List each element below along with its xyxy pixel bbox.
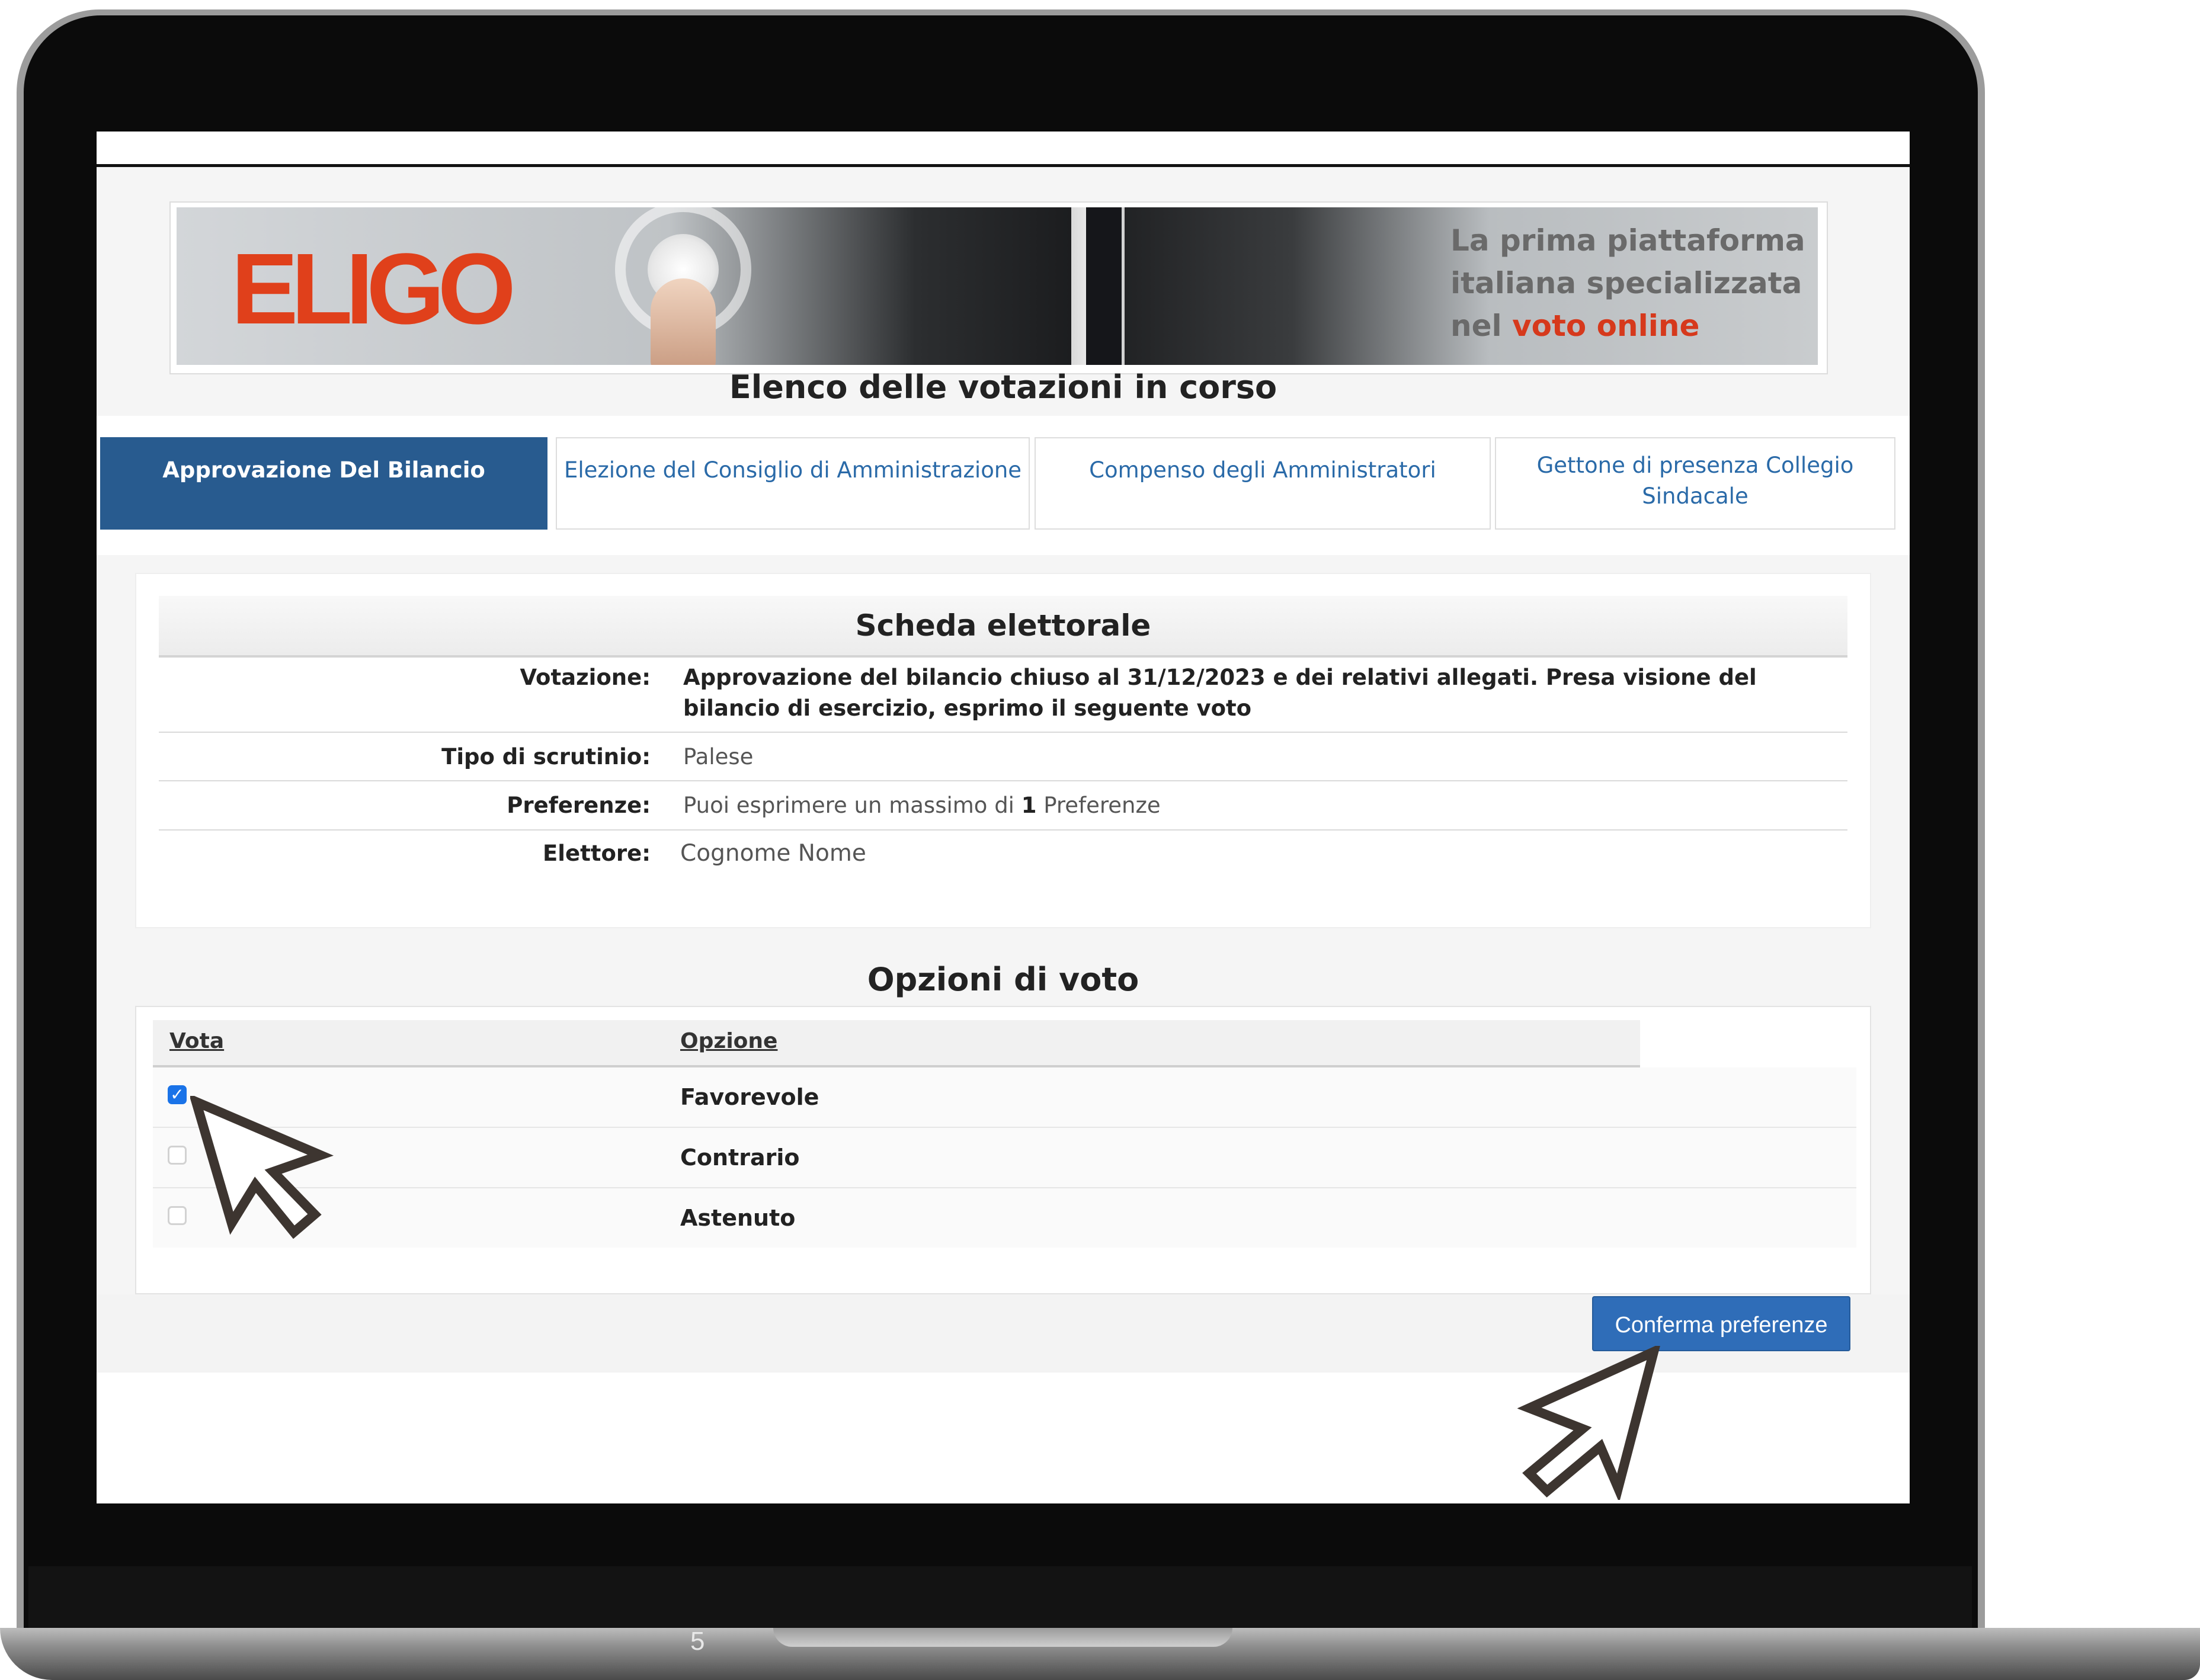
- preferenze-number: 1: [1021, 793, 1037, 818]
- page-title: Elenco delle votazioni in corso: [729, 368, 1277, 406]
- option-row: [153, 1188, 1856, 1248]
- checkbox-contrario[interactable]: [168, 1146, 187, 1165]
- option-row: [153, 1128, 1856, 1188]
- preferenze-suffix: Preferenze: [1036, 793, 1161, 818]
- options-header: [153, 1020, 1640, 1067]
- row-divider: [159, 780, 1847, 781]
- column-opzione[interactable]: Opzione: [680, 1029, 777, 1053]
- tagline-highlight: voto online: [1512, 309, 1700, 343]
- confirm-preferences-button[interactable]: Conferma preferenze: [1592, 1296, 1850, 1351]
- tab-elezione-consiglio[interactable]: Elezione del Consiglio di Amministrazion…: [556, 437, 1030, 530]
- page-number: 5: [690, 1627, 705, 1656]
- tagline-line-3: nel voto online: [1450, 304, 1818, 347]
- check-icon: ✓: [170, 1085, 184, 1104]
- laptop-notch: [773, 1628, 1232, 1647]
- scrutinio-label: Tipo di scrutinio:: [441, 744, 651, 770]
- tab-compenso-amministratori[interactable]: Compenso degli Amministratori: [1035, 437, 1491, 530]
- arrow-cursor-icon: [190, 1096, 334, 1239]
- tab-gettone-presenza[interactable]: Gettone di presenza Collegio Sindacale: [1495, 437, 1895, 530]
- elettore-label: Elettore:: [543, 841, 651, 866]
- ballot-title: Scheda elettorale: [159, 596, 1847, 658]
- arrow-cursor-icon: [1517, 1346, 1660, 1500]
- eligo-logo: ELIGO: [231, 233, 516, 345]
- finger-image: [651, 278, 716, 365]
- preferenze-value: Puoi esprimere un massimo di 1 Preferenz…: [683, 790, 1827, 821]
- tagline-line-1: La prima piattaforma: [1450, 223, 1805, 258]
- elettore-value: Cognome Nome: [680, 840, 866, 867]
- option-label-astenuto: Astenuto: [680, 1205, 796, 1231]
- checkbox-favorevole[interactable]: ✓: [168, 1085, 187, 1104]
- tab-approvazione-bilancio[interactable]: Approvazione Del Bilancio: [100, 437, 547, 530]
- tagline-prefix: nel: [1450, 309, 1513, 343]
- option-label-contrario: Contrario: [680, 1144, 800, 1171]
- preferenze-prefix: Puoi esprimere un massimo di: [683, 793, 1021, 818]
- banner-tagline: La prima piattaforma italiana specializz…: [1450, 219, 1818, 347]
- tagline-line-2: italiana specializzata: [1450, 266, 1802, 300]
- row-divider: [159, 829, 1847, 831]
- column-vota[interactable]: Vota: [169, 1029, 224, 1053]
- screen: ELIGO La prima piattaforma italiana spec…: [97, 132, 1910, 1503]
- tie-image: [1086, 207, 1122, 365]
- votazione-label: Votazione:: [520, 665, 651, 690]
- option-row: [153, 1067, 1856, 1128]
- option-label-favorevole: Favorevole: [680, 1084, 819, 1110]
- banner: ELIGO La prima piattaforma italiana spec…: [177, 207, 1818, 365]
- options-title: Opzioni di voto: [867, 961, 1139, 998]
- votazione-value: Approvazione del bilancio chiuso al 31/1…: [683, 665, 1757, 721]
- checkbox-astenuto[interactable]: [168, 1206, 187, 1225]
- scrutinio-value: Palese: [683, 744, 754, 770]
- preferenze-label: Preferenze:: [507, 793, 651, 818]
- row-divider: [159, 732, 1847, 733]
